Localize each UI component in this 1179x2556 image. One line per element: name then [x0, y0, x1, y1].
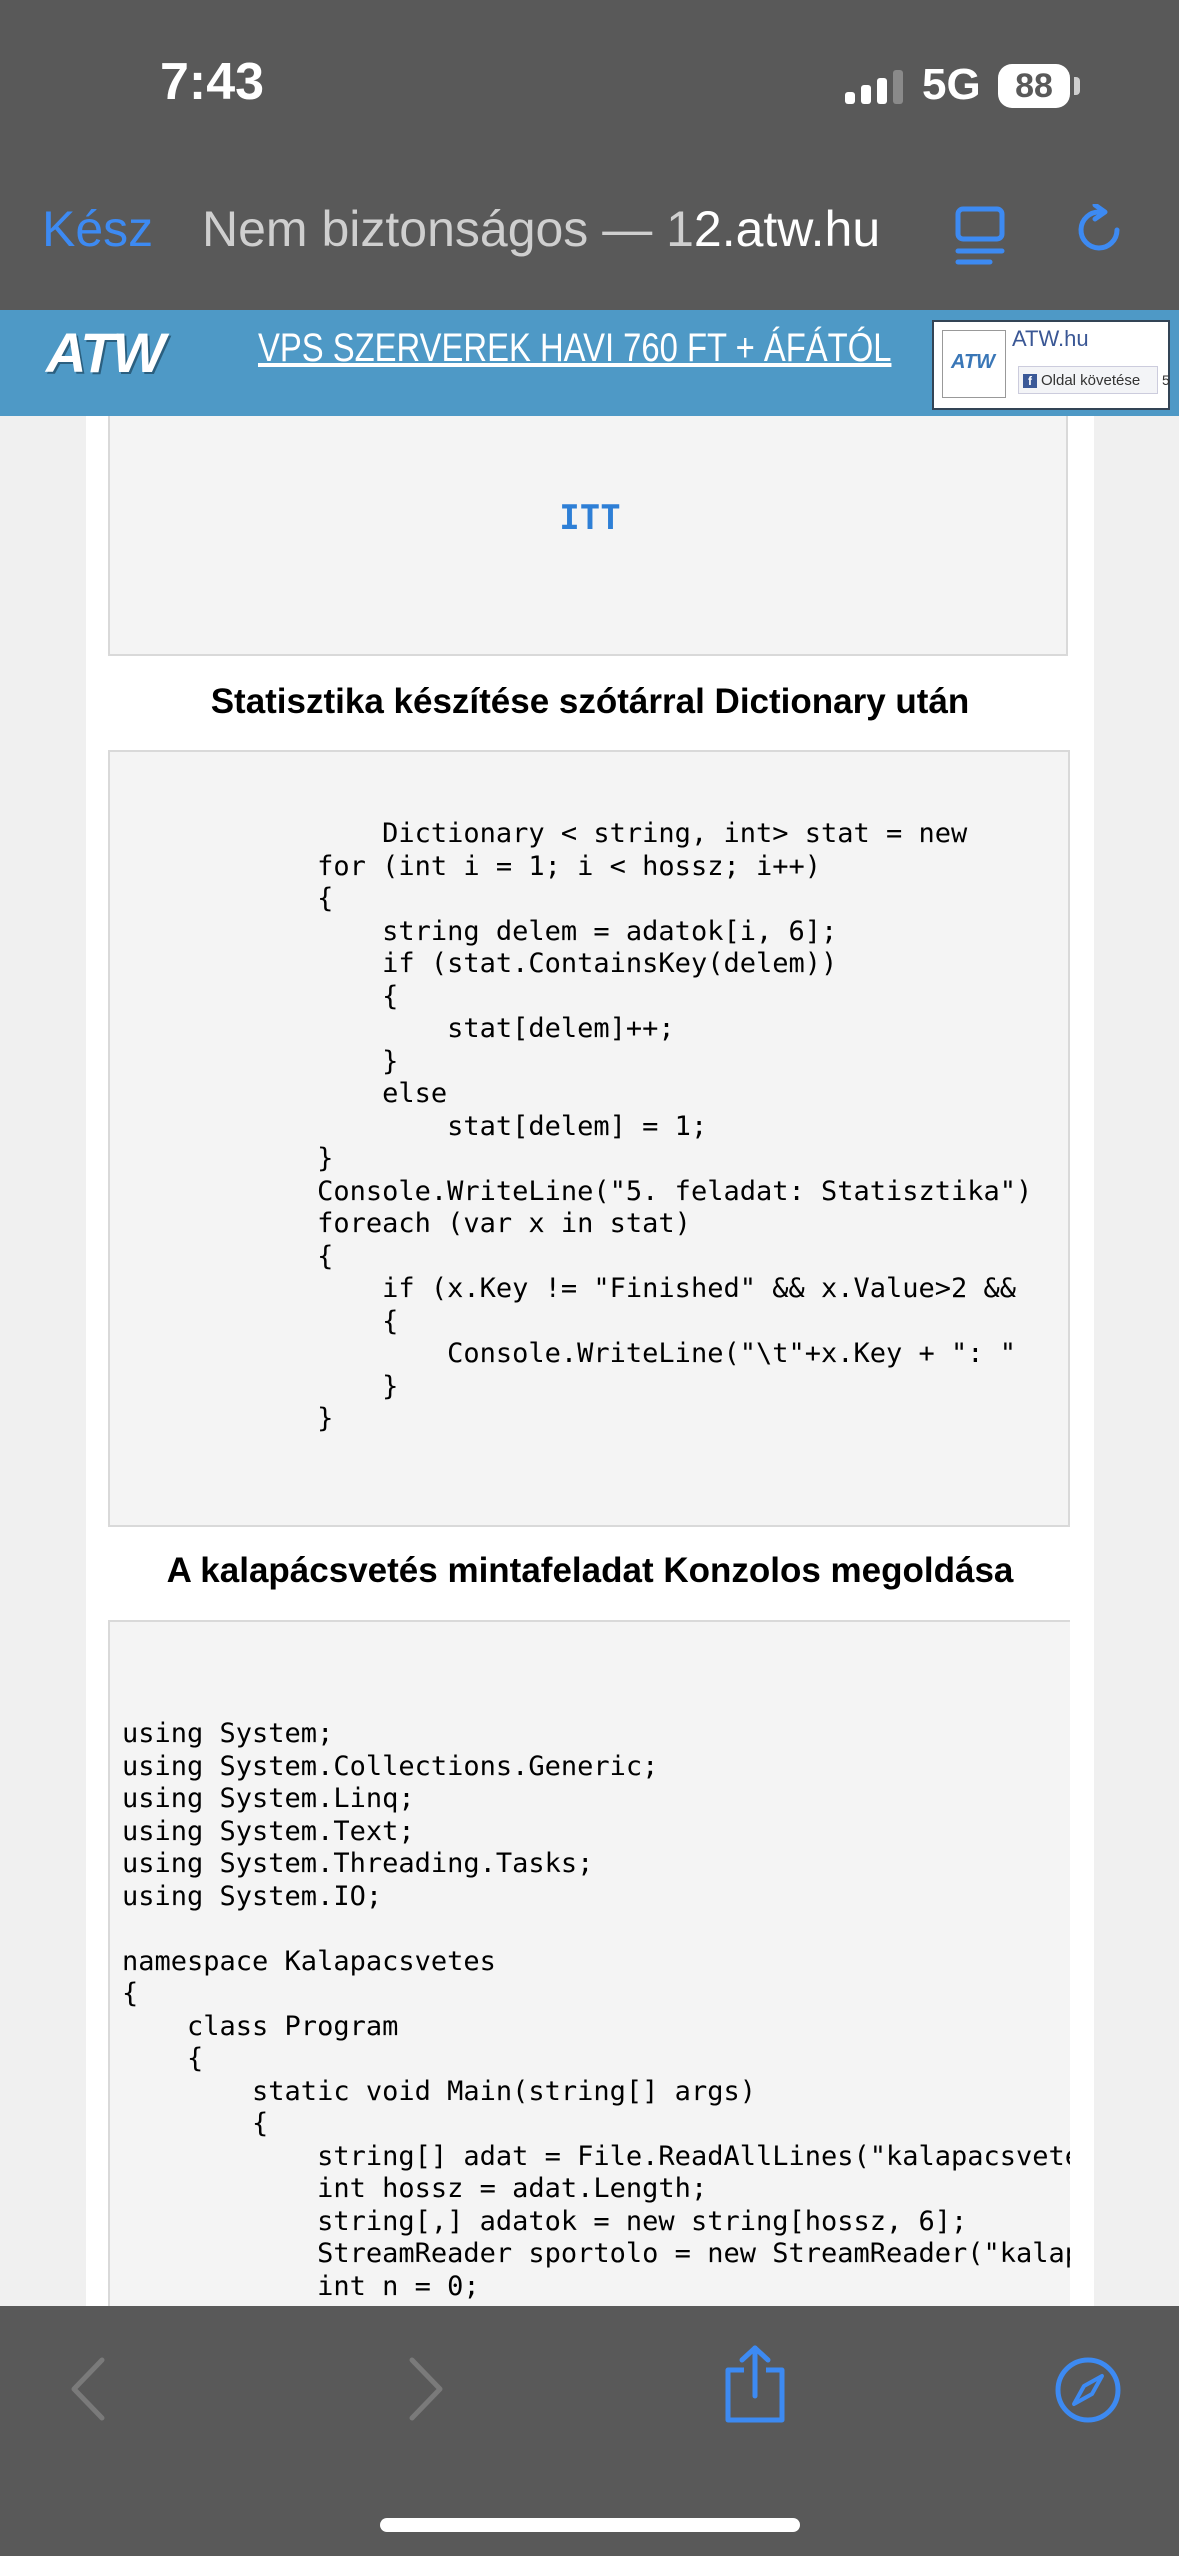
atw-logo[interactable]: ATW — [46, 320, 165, 385]
fb-page-thumbnail[interactable]: ATW — [942, 330, 1006, 398]
share-icon[interactable] — [722, 2344, 788, 2429]
facebook-icon: f — [1023, 374, 1037, 388]
fb-follower-count: 5 — [1162, 372, 1170, 388]
signal-icon — [845, 70, 907, 111]
battery-nub — [1074, 77, 1080, 95]
facebook-widget: ATW ATW.hu f Oldal követése 5 — [932, 320, 1170, 410]
code-block-console-solution: using System; using System.Collections.G… — [108, 1620, 1070, 2320]
battery-icon: 88 — [998, 64, 1070, 108]
code-block-statistics: Dictionary < string, int> stat = new for… — [108, 750, 1070, 1527]
section-heading-console-solution: A kalapácsvetés mintafeladat Konzolos me… — [166, 1551, 1014, 1590]
itt-box: ITT — [108, 416, 1068, 656]
code-text-statistics: Dictionary < string, int> stat = new for… — [317, 818, 1033, 1434]
network-type: 5G — [922, 60, 981, 109]
reader-mode-icon[interactable] — [955, 206, 1005, 271]
address-domain: 2.atw.hu — [693, 201, 881, 257]
fb-page-name[interactable]: ATW.hu — [1012, 326, 1089, 352]
chevron-left-icon[interactable] — [68, 2356, 108, 2427]
address-prefix: Nem biztonságos — 1 — [202, 201, 694, 257]
chevron-right-icon[interactable] — [406, 2356, 446, 2427]
section-heading-statistics: Statisztika készítése szótárral Dictiona… — [210, 682, 970, 721]
vps-ad-link[interactable]: VPS SZERVEREK HAVI 760 FT + ÁFÁTÓL — [258, 326, 891, 371]
itt-link[interactable]: ITT — [110, 498, 1070, 538]
fb-thumb-logo: ATW — [951, 351, 996, 373]
fb-follow-label: Oldal követése — [1041, 372, 1141, 389]
fb-follow-button[interactable]: f Oldal követése — [1018, 366, 1158, 394]
address-field[interactable]: Nem biztonságos — 12.atw.hu — [202, 200, 880, 258]
done-button[interactable]: Kész — [42, 200, 153, 258]
status-time: 7:43 — [160, 53, 265, 111]
home-indicator — [380, 2518, 800, 2532]
compass-icon[interactable] — [1054, 2356, 1122, 2429]
reload-icon[interactable] — [1075, 202, 1125, 265]
code-text-console-solution: using System; using System.Collections.G… — [122, 1718, 1070, 2302]
